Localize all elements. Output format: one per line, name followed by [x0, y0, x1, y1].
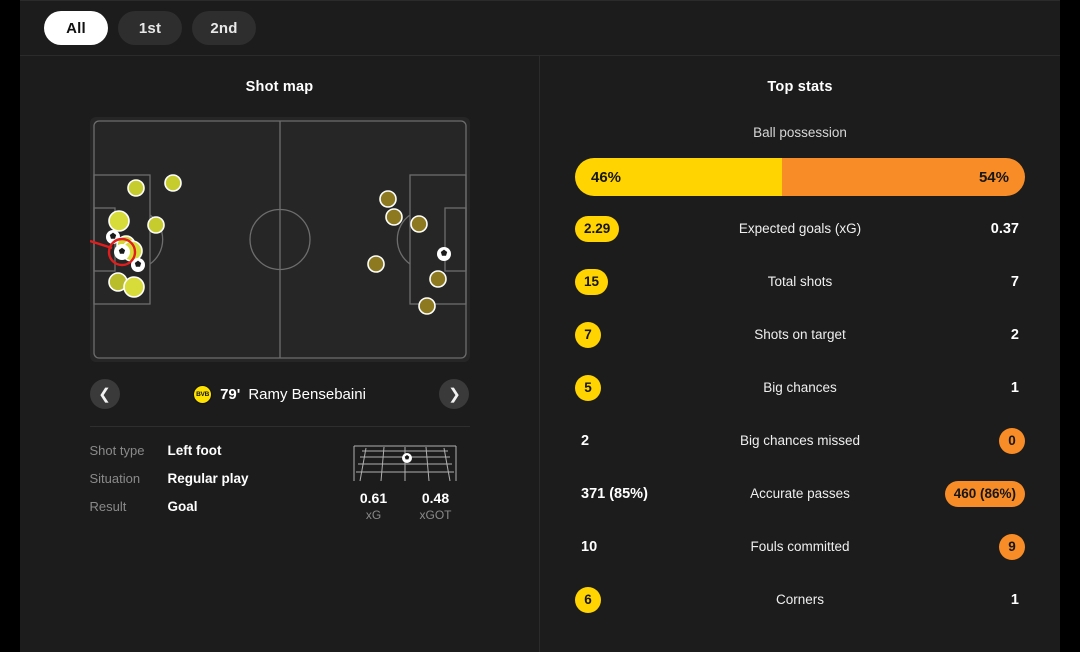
stat-label: Total shots	[767, 274, 833, 289]
shot-player-nav: ❮ BVB 79' Ramy Bensebaini ❯	[89, 376, 470, 412]
stat-away-value: 460 (86%)	[944, 480, 1025, 507]
stat-home-side: 2	[575, 433, 690, 449]
stat-away-value: 1	[1010, 379, 1019, 396]
stat-away-value: 0.37	[990, 220, 1019, 237]
tab-2nd[interactable]: 2nd	[192, 11, 256, 45]
stat-label: Fouls committed	[750, 539, 850, 554]
stat-label: Expected goals (xG)	[738, 221, 862, 236]
stat-away-value: 9	[999, 533, 1025, 560]
stat-away-side: 1	[910, 380, 1025, 396]
stat-home-value: 7	[575, 321, 601, 348]
stat-home-side: 10	[575, 539, 690, 555]
match-stats-page: All 1st 2nd Shot map ❮ BVB 79' Ramy Bens…	[0, 0, 1080, 652]
shot-type-label: Shot type	[89, 443, 145, 458]
stat-home-side: 15	[575, 268, 690, 295]
top-stats-title: Top stats	[767, 79, 833, 95]
selected-shot-player: BVB 79' Ramy Bensebaini	[193, 384, 366, 404]
stat-home-value: 2.29	[575, 215, 620, 242]
stats-body: Shot map ❮ BVB 79' Ramy Bensebaini ❯ Sho…	[20, 56, 1060, 652]
stat-home-side: 6	[575, 586, 690, 613]
stat-label: Big chances missed	[739, 433, 861, 448]
stat-home-side: 371 (85%)	[575, 486, 690, 502]
result-value: Goal	[167, 499, 198, 514]
stat-away-value: 1	[1010, 591, 1019, 608]
shot-type-row: Shot type Left foot	[90, 443, 300, 458]
stat-home-side: 7	[575, 321, 690, 348]
situation-row: Situation Regular play	[90, 471, 300, 486]
stat-row: 15 Total shots 7	[575, 255, 1025, 308]
stat-rows-list: 2.29 Expected goals (xG) 0.37 15 Total shots…	[575, 196, 1025, 626]
pitch-container[interactable]	[89, 117, 470, 362]
stat-home-value: 5	[575, 374, 601, 401]
xg-value: 0.61	[359, 490, 388, 506]
stat-row: 10 Fouls committed 9	[575, 520, 1025, 573]
away-goal-marker	[436, 247, 451, 261]
stats-card: All 1st 2nd Shot map ❮ BVB 79' Ramy Bens…	[20, 0, 1060, 652]
shot-detail-rows: Shot type Left foot Situation Regular pl…	[90, 443, 300, 527]
xgot-label: xGOT	[419, 508, 452, 522]
stat-label: Corners	[775, 592, 824, 607]
stat-home-side: 2.29	[575, 215, 690, 242]
xg-labels: xG xGOT	[352, 508, 458, 522]
tab-all[interactable]: All	[44, 11, 108, 45]
possession-home-value: 46%	[575, 158, 782, 196]
stat-row: 2 Big chances missed 0	[575, 414, 1025, 467]
stat-away-side: 7	[910, 274, 1025, 290]
pitch-svg[interactable]	[89, 117, 470, 362]
top-stats-panel: Top stats Ball possession 46% 54% 2.29 Ex…	[540, 56, 1060, 652]
stat-label: Accurate passes	[750, 486, 850, 501]
stat-home-side: 5	[575, 374, 690, 401]
stat-away-side: 0.37	[910, 221, 1025, 237]
situation-label: Situation	[89, 471, 141, 486]
stat-home-value: 371 (85%)	[581, 485, 648, 502]
goal-net-svg	[353, 445, 456, 482]
tab-1st[interactable]: 1st	[118, 11, 182, 45]
stat-home-value: 10	[581, 538, 598, 555]
detail-divider	[89, 426, 470, 427]
stat-row: 5 Big chances 1	[575, 361, 1025, 414]
period-tab-bar: All 1st 2nd	[20, 1, 1060, 56]
stat-row: 2.29 Expected goals (xG) 0.37	[575, 202, 1025, 255]
team-badge-icon: BVB	[193, 384, 213, 404]
shot-type-value: Left foot	[167, 443, 222, 458]
result-row: Result Goal	[90, 499, 300, 514]
stat-label: Shots on target	[754, 327, 846, 342]
ball-possession-label: Ball possession	[753, 125, 847, 140]
stat-away-value: 2	[1010, 326, 1019, 343]
stat-row: 6 Corners 1	[575, 573, 1025, 626]
stat-home-value: 2	[581, 432, 590, 449]
stat-away-value: 7	[1010, 273, 1019, 290]
stat-away-side: 460 (86%)	[910, 480, 1025, 507]
xgot-value: 0.48	[421, 490, 450, 506]
stat-away-side: 9	[910, 533, 1025, 560]
result-label: Result	[89, 499, 127, 514]
stat-away-side: 0	[910, 427, 1025, 454]
stat-label: Big chances	[763, 380, 837, 395]
stat-row: 371 (85%) Accurate passes 460 (86%)	[575, 467, 1025, 520]
ball-possession-bar: 46% 54%	[575, 158, 1025, 196]
stat-away-value: 0	[999, 427, 1025, 454]
shot-map-title: Shot map	[245, 79, 314, 95]
stat-home-value: 15	[575, 268, 609, 295]
xg-values: 0.61 0.48	[352, 490, 458, 506]
chevron-right-icon[interactable]: ❯	[439, 379, 470, 409]
shot-player-name: Ramy Bensebaini	[248, 385, 366, 403]
shot-minute: 79'	[220, 385, 241, 403]
shot-map-panel: Shot map ❮ BVB 79' Ramy Bensebaini ❯ Sho…	[20, 56, 540, 652]
possession-away-value: 54%	[782, 158, 1025, 196]
stat-row: 7 Shots on target 2	[575, 308, 1025, 361]
chevron-left-icon[interactable]: ❮	[89, 379, 120, 409]
stat-away-side: 2	[910, 327, 1025, 343]
goal-net-diagram: 0.61 0.48 xG xGOT	[340, 443, 470, 527]
shot-detail: Shot type Left foot Situation Regular pl…	[90, 443, 470, 527]
stat-away-side: 1	[910, 592, 1025, 608]
situation-value: Regular play	[167, 471, 249, 486]
xg-label: xG	[365, 508, 382, 522]
stat-home-value: 6	[575, 586, 601, 613]
